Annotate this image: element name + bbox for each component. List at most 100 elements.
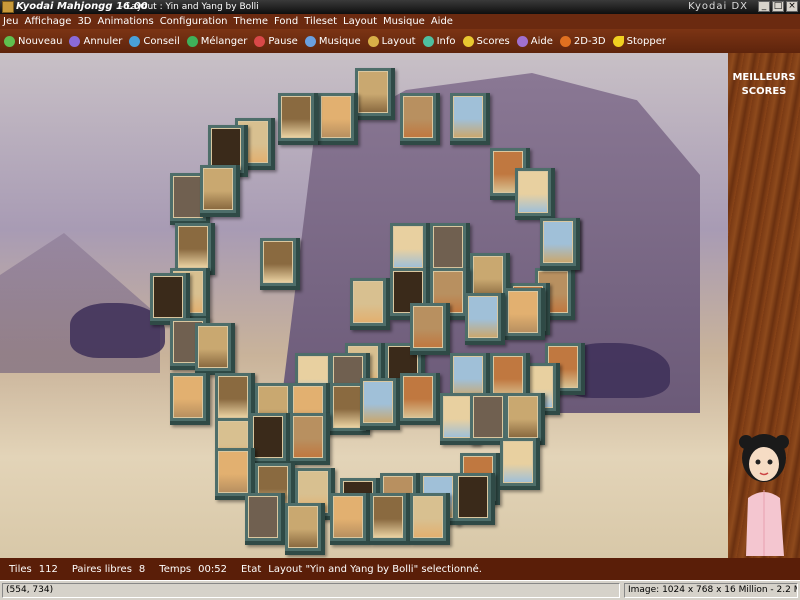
tile-face-image <box>473 256 503 298</box>
tile-face-image <box>321 96 351 138</box>
shuffle-icon <box>186 35 198 47</box>
mahjong-tile[interactable] <box>250 413 290 465</box>
mahjong-tile[interactable] <box>370 493 410 545</box>
menu-layout[interactable]: Layout <box>340 14 380 29</box>
mahjong-tile[interactable] <box>410 493 450 545</box>
tile-face-image <box>293 416 323 458</box>
coordinates-readout: (554, 734) <box>2 583 620 598</box>
menu-configuration[interactable]: Configuration <box>157 14 231 29</box>
tile-face-image <box>433 226 463 268</box>
mahjong-tile[interactable] <box>195 323 235 375</box>
tile-face-image <box>178 226 208 268</box>
window-subtitle: - Layout : Yin and Yang by Bolli <box>120 2 259 12</box>
tile-face-image <box>543 221 573 263</box>
toolbar-nouveau-button[interactable]: Nouveau <box>4 35 62 47</box>
mascot-girl-image <box>739 434 789 556</box>
tile-face-image <box>393 226 423 268</box>
mahjong-tile[interactable] <box>318 93 358 145</box>
tile-face-image <box>333 386 363 428</box>
menu-3d[interactable]: 3D <box>74 14 94 29</box>
mahjong-tile[interactable] <box>260 238 300 290</box>
menu-musique[interactable]: Musique <box>380 14 428 29</box>
toolbar-stopper-button[interactable]: Stopper <box>612 35 666 47</box>
view-2d3d-icon <box>559 35 571 47</box>
mahjong-tile[interactable] <box>200 165 240 217</box>
close-button[interactable]: × <box>786 1 798 12</box>
mahjong-tile[interactable] <box>350 278 390 330</box>
minimize-button[interactable]: _ <box>758 1 770 12</box>
menu-theme[interactable]: Theme <box>231 14 272 29</box>
toolbar-scores-button[interactable]: Scores <box>462 35 510 47</box>
mahjong-tile[interactable] <box>360 378 400 430</box>
menu-affichage[interactable]: Affichage <box>21 14 74 29</box>
info-icon <box>422 35 434 47</box>
tile-face-image <box>518 171 548 213</box>
mahjong-tile[interactable] <box>245 493 285 545</box>
mahjong-tile[interactable] <box>410 303 450 355</box>
app-icon[interactable] <box>2 1 14 13</box>
mahjong-tile[interactable] <box>290 413 330 465</box>
tile-face-image <box>453 96 483 138</box>
toolbar-conseil-button[interactable]: Conseil <box>129 35 180 47</box>
tile-face-image <box>203 168 233 210</box>
tile-face-image <box>468 296 498 338</box>
menu-jeu[interactable]: Jeu <box>0 14 21 29</box>
mahjong-tile[interactable] <box>330 493 370 545</box>
tile-face-image <box>253 416 283 458</box>
tile-face-image <box>358 71 388 113</box>
tile-face-image <box>453 356 483 398</box>
tile-face-image <box>403 96 433 138</box>
tile-face-image <box>493 356 523 398</box>
tile-face-image <box>218 376 248 418</box>
mahjong-tile[interactable] <box>400 93 440 145</box>
mahjong-tile[interactable] <box>400 373 440 425</box>
mahjong-tile[interactable] <box>285 503 325 555</box>
mahjong-tile[interactable] <box>500 438 540 490</box>
toolbar-pause-button[interactable]: Pause <box>254 35 298 47</box>
maximize-button[interactable]: □ <box>772 1 784 12</box>
stop-icon <box>612 35 624 47</box>
tile-face-image <box>413 496 443 538</box>
menu-aide[interactable]: Aide <box>428 14 456 29</box>
best-scores-label[interactable]: MEILLEURS SCORES <box>728 71 800 99</box>
tile-face-image <box>443 396 473 438</box>
tile-face-image <box>413 306 443 348</box>
status-bar: Tiles 112 Paires libres 8 Temps 00:52 Et… <box>0 558 800 580</box>
mahjong-tile[interactable] <box>515 168 555 220</box>
state-label: Etat <box>240 563 262 575</box>
image-info: Image: 1024 x 768 x 16 Million - 2.2 MBy… <box>624 583 798 598</box>
scores-icon <box>462 35 474 47</box>
mahjong-tile[interactable] <box>450 93 490 145</box>
toolbar-aide-button[interactable]: Aide <box>516 35 553 47</box>
tile-face-image <box>218 451 248 493</box>
tile-face-image <box>363 381 393 423</box>
menu-tileset[interactable]: Tileset <box>301 14 340 29</box>
menu-animations[interactable]: Animations <box>95 14 157 29</box>
help-icon <box>516 35 528 47</box>
tile-face-image <box>263 241 293 283</box>
mahjong-tile[interactable] <box>278 93 318 145</box>
mahjong-tile[interactable] <box>505 288 545 340</box>
toolbar-2d3d-button[interactable]: 2D-3D <box>559 35 606 47</box>
mahjong-tile[interactable] <box>540 218 580 270</box>
free-pairs-label: Paires libres <box>71 563 132 575</box>
tile-face-image <box>473 396 503 438</box>
mahjong-tile[interactable] <box>355 68 395 120</box>
tile-face-image <box>403 376 433 418</box>
toolbar-info-button[interactable]: Info <box>422 35 456 47</box>
menu-fond[interactable]: Fond <box>271 14 301 29</box>
tile-face-image <box>373 496 403 538</box>
game-board[interactable] <box>0 53 728 558</box>
tiles-count: 112 <box>38 563 58 575</box>
toolbar-melanger-button[interactable]: Mélanger <box>186 35 247 47</box>
toolbar-layout-button[interactable]: Layout <box>367 35 416 47</box>
tile-face-image <box>503 441 533 483</box>
pause-icon <box>254 35 266 47</box>
toolbar-musique-button[interactable]: Musique <box>304 35 361 47</box>
hint-icon <box>129 35 141 47</box>
mahjong-tile[interactable] <box>465 293 505 345</box>
tile-face-image <box>458 476 488 518</box>
toolbar-annuler-button[interactable]: Annuler <box>69 35 122 47</box>
mahjong-tile[interactable] <box>455 473 495 525</box>
mahjong-tile[interactable] <box>170 373 210 425</box>
